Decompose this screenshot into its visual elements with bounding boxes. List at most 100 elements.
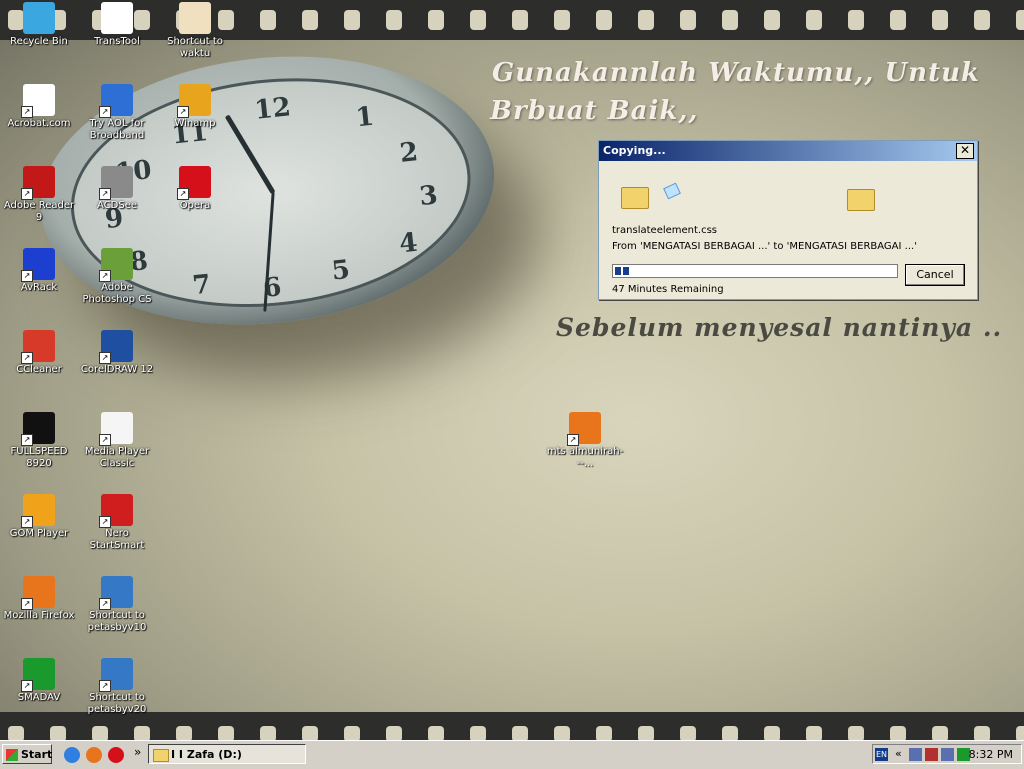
desktop-icon-label: Opera [179,200,211,211]
desktop-icon-flash-shortcut[interactable]: ↗ Shortcut to petasbyv20 [78,658,156,716]
clock-number: 2 [398,137,420,169]
desktop-icon-label: Recycle Bin [10,36,68,47]
desktop-icon-nero[interactable]: ↗ Nero StartSmart [78,494,156,552]
opera-icon: ↗ [177,166,211,200]
film-hole [806,10,822,30]
desktop-icon-label: Adobe Reader 9 [3,200,75,223]
film-hole [596,10,612,30]
desktop-icon-smadav[interactable]: ↗ SMADAV [0,658,78,704]
shortcut-arrow-icon: ↗ [177,188,189,200]
film-hole [1016,10,1024,30]
nero-icon: ↗ [99,494,133,528]
film-hole [428,10,444,30]
desktop-icon-transtool[interactable]: TransTool [78,2,156,48]
desktop-icon-ccleaner[interactable]: ↗ CCleaner [0,330,78,376]
desktop-icon-label: Shortcut to petasbyv20 [87,692,147,715]
film-hole [722,10,738,30]
film-hole [386,10,402,30]
film-hole [512,10,528,30]
shortcut-arrow-icon: ↗ [21,680,33,692]
desktop-icon-opera[interactable]: ↗ Opera [156,166,234,212]
avrack-icon: ↗ [21,248,55,282]
copy-from-to: From 'MENGATASI BERBAGAI ...' to 'MENGAT… [612,241,917,252]
desktop-icon-gom-player[interactable]: ↗ GOM Player [0,494,78,540]
start-label: Start [21,748,53,761]
desktop-icon-winamp[interactable]: ↗ Winamp [156,84,234,130]
dialog-titlebar[interactable]: Copying... ✕ [599,141,977,161]
source-folder-icon [621,187,649,209]
close-button[interactable]: ✕ [956,143,974,159]
firefox-icon[interactable] [86,747,102,763]
shortcut-arrow-icon: ↗ [99,516,111,528]
system-tray: EN « 8:32 PM [872,744,1022,764]
desktop-icon-media-player-classic[interactable]: ↗ Media Player Classic [78,412,156,470]
shortcut-arrow-icon: ↗ [21,352,33,364]
firefox-document-icon: ↗ [567,412,601,446]
desktop-icon-label: Try AOL for Broadband [89,118,145,141]
taskbar-window-button[interactable]: I I Zafa (D:) [148,744,306,764]
desktop-icon-label: Adobe Photoshop CS [82,282,152,305]
film-hole [302,10,318,30]
film-hole [344,10,360,30]
desktop-icon-recycle-bin[interactable]: Recycle Bin [0,2,78,48]
internet-explorer-icon[interactable] [64,747,80,763]
shortcut-arrow-icon: ↗ [99,434,111,446]
fullspeed-icon: ↗ [21,412,55,446]
desktop-icon-label: mts almunirah---... [546,446,624,469]
acdsee-icon: ↗ [99,166,133,200]
desktop-icon-label: GOM Player [9,528,69,539]
desktop-icon-photoshop[interactable]: ↗ Adobe Photoshop CS [78,248,156,306]
shortcut-arrow-icon: ↗ [21,516,33,528]
shortcut-arrow-icon: ↗ [21,434,33,446]
shortcut-arrow-icon: ↗ [21,598,33,610]
desktop-icon-label: Shortcut to petasbyv10 [87,610,147,633]
quicklaunch-overflow-chevron[interactable]: » [134,745,141,759]
acrobat-icon: ↗ [21,84,55,118]
ccleaner-icon: ↗ [21,330,55,364]
desktop-icon-acrobat[interactable]: ↗ Acrobat.com [0,84,78,130]
coreldraw-icon: ↗ [99,330,133,364]
clock-time[interactable]: 8:32 PM [969,748,1013,761]
wallpaper-film-strip-bottom [0,712,1024,742]
desktop-icon-acdsee[interactable]: ↗ ACDSee [78,166,156,212]
desktop-icon-coreldraw[interactable]: ↗ CorelDRAW 12 [78,330,156,376]
recycle-bin-icon [23,2,55,34]
wallpaper-text-line3: Sebelum menyesal nantinya .. [556,313,1003,342]
clock-number: 7 [191,269,213,302]
desktop-icon-flash-shortcut[interactable]: ↗ Shortcut to petasbyv10 [78,576,156,634]
opera-icon[interactable] [108,747,124,763]
desktop-icon-aol[interactable]: ↗ Try AOL for Broadband [78,84,156,142]
network-disconnected-icon[interactable] [925,748,938,761]
shortcut-arrow-icon: ↗ [21,188,33,200]
desktop-icon-label: Winamp [174,118,216,129]
desktop-icon-label: SMADAV [17,692,61,703]
desktop-icon-adobe-reader[interactable]: ↗ Adobe Reader 9 [0,166,78,224]
shortcut-arrow-icon: ↗ [99,106,111,118]
network-icon[interactable] [941,748,954,761]
firefox-icon: ↗ [21,576,55,610]
desktop-icon-firefox-document[interactable]: ↗ mts almunirah---... [546,412,624,470]
desktop-icon-label: TransTool [94,36,140,47]
flash-shortcut-icon: ↗ [99,658,133,692]
desktop-icon-firefox[interactable]: ↗ Mozilla Firefox [0,576,78,622]
desktop-icon-avrack[interactable]: ↗ AvRack [0,248,78,294]
clock-number: 12 [253,92,293,126]
shortcut-arrow-icon: ↗ [99,270,111,282]
desktop-icon-document-shortcut[interactable]: Shortcut to waktu [156,2,234,60]
start-button[interactable]: Start [2,744,52,764]
copy-progress-bar [612,264,898,278]
film-hole [932,10,948,30]
film-hole [554,10,570,30]
clock-number: 3 [417,180,440,213]
wallpaper-text-line2: Brbuat Baik,, [490,96,699,126]
language-indicator[interactable]: EN [875,748,888,761]
desktop-icon-fullspeed[interactable]: ↗ FULLSPEED 8920 [0,412,78,470]
photoshop-icon: ↗ [99,248,133,282]
cancel-button[interactable]: Cancel [905,264,965,286]
shortcut-arrow-icon: ↗ [567,434,579,446]
document-shortcut-icon [179,2,211,34]
desktop-icon-label: ACDSee [97,200,137,211]
flash-shortcut-icon: ↗ [99,576,133,610]
tray-expand-chevron[interactable]: « [895,747,902,760]
network-icon[interactable] [909,748,922,761]
